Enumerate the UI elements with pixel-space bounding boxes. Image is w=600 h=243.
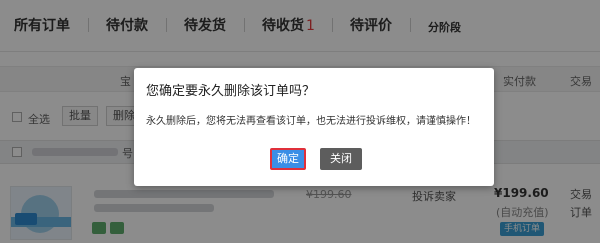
- dialog-title: 您确定要永久删除该订单吗？: [146, 84, 316, 99]
- confirm-button[interactable]: 确定: [270, 148, 306, 170]
- close-button[interactable]: 关闭: [320, 148, 362, 170]
- dialog-message: 永久删除后，您将无法再查看该订单，也无法进行投诉维权，请谨慎操作！: [146, 116, 476, 127]
- delete-confirm-dialog: 您确定要永久删除该订单吗？ 永久删除后，您将无法再查看该订单，也无法进行投诉维权…: [134, 68, 494, 186]
